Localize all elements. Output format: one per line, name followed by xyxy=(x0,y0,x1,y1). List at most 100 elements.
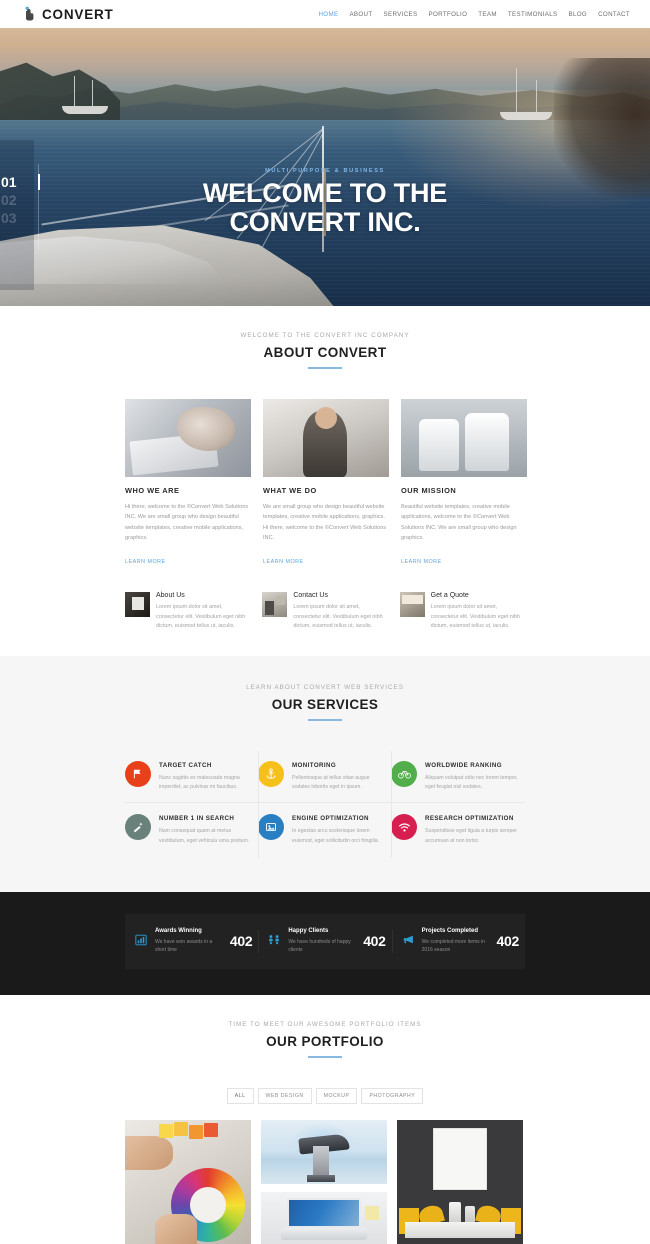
learn-more-link[interactable]: LEARN MORE xyxy=(125,559,166,565)
counter-number: 402 xyxy=(363,933,386,950)
service-heading: ENGINE OPTIMIZATION xyxy=(292,815,369,823)
services-container: TARGET CATCH Nunc sagittis ex malesuada … xyxy=(125,750,525,859)
wifi-signal-icon xyxy=(391,814,417,841)
portfolio-item-color-wheel-blueprint-photo[interactable] xyxy=(125,1119,251,1244)
logo[interactable]: CONVERT xyxy=(24,6,114,22)
about-column-what-we-do: WHAT WE DO We are small group who design… xyxy=(263,399,389,568)
hero-slider: 01 02 03 MULTI PURPOSE & BUSINESS WELCOM… xyxy=(0,28,650,306)
portfolio-item-dark-office-frame-photo[interactable] xyxy=(397,1119,523,1244)
counter-heading: Awards Winning xyxy=(155,928,202,935)
service-text: Nam consequat quam at metus vestibulum, … xyxy=(159,828,250,844)
filter-web-design[interactable]: WEB DESIGN xyxy=(257,1087,312,1104)
service-heading: TARGET CATCH xyxy=(159,761,212,769)
about-image-typing xyxy=(125,399,251,477)
service-heading: MONITORING xyxy=(292,761,337,769)
portfolio-column xyxy=(261,1119,387,1244)
image-frame-icon xyxy=(258,814,284,841)
service-body: ENGINE OPTIMIZATION In egestas arcu scel… xyxy=(292,814,385,846)
learn-more-link[interactable]: LEARN MORE xyxy=(401,559,442,565)
service-text: Nunc sagittis ex malesuada magna imperdi… xyxy=(159,774,240,791)
services-divider-vertical xyxy=(258,750,259,859)
mini-card-heading: About Us xyxy=(156,592,185,600)
portfolio-grid xyxy=(125,1119,525,1244)
nav-item-about[interactable]: ABOUT xyxy=(349,11,372,18)
mini-card-text: Lorem ipsum dolor sit amet, consectetur … xyxy=(156,604,246,630)
nav-item-portfolio[interactable]: PORTFOLIO xyxy=(429,11,468,18)
slide-number-01[interactable]: 01 xyxy=(0,174,17,191)
service-heading: WORLDWIDE RANKING xyxy=(425,761,502,769)
filter-all[interactable]: ALL xyxy=(226,1087,254,1104)
hero-overlay xyxy=(0,28,650,306)
service-item-target-catch[interactable]: TARGET CATCH Nunc sagittis ex malesuada … xyxy=(125,751,258,805)
about-mini-cards: About Us Lorem ipsum dolor sit amet, con… xyxy=(125,592,525,631)
slide-number-03[interactable]: 03 xyxy=(0,210,17,227)
slide-number-02[interactable]: 02 xyxy=(0,192,17,209)
about-image-portrait xyxy=(263,399,389,477)
mini-card-body: About Us Lorem ipsum dolor sit amet, con… xyxy=(156,592,250,631)
service-item-worldwide-ranking[interactable]: WORLDWIDE RANKING Aliquam volutpat odio … xyxy=(391,751,524,805)
about-section-heading: WELCOME TO THE CONVERT INC COMPANY ABOUT… xyxy=(0,332,650,369)
nav-item-team[interactable]: TEAM xyxy=(478,11,497,18)
color-swatch xyxy=(204,1122,218,1137)
counter-text: Projects Completed We completed more ite… xyxy=(422,928,490,955)
service-item-number-1-in-search[interactable]: NUMBER 1 IN SEARCH Nam consequat quam at… xyxy=(125,804,258,858)
nav-item-services[interactable]: SERVICES xyxy=(384,11,418,18)
bar-chart-icon xyxy=(135,934,148,949)
portfolio-item-viewfinder-telescope-photo[interactable] xyxy=(261,1119,387,1184)
portfolio-section: TIME TO MEET OUR AWESOME PORTFOLIO ITEMS… xyxy=(0,994,650,1244)
nav-item-testimonials[interactable]: TESTIMONIALS xyxy=(508,11,558,18)
mini-card-contact-us[interactable]: Contact Us Lorem ipsum dolor sit amet, c… xyxy=(262,592,387,631)
mini-card-about-us[interactable]: About Us Lorem ipsum dolor sit amet, con… xyxy=(125,592,250,631)
color-swatch xyxy=(174,1121,188,1136)
service-item-monitoring[interactable]: MONITORING Pellentesque at tellus vitae … xyxy=(258,751,391,805)
laptop-base xyxy=(281,1227,367,1240)
counter-awards-winning: Awards Winning We have won awards in a s… xyxy=(125,924,258,959)
counter-number: 402 xyxy=(496,933,520,950)
service-item-engine-optimization[interactable]: ENGINE OPTIMIZATION In egestas arcu scel… xyxy=(258,804,391,858)
main-nav: HOME ABOUT SERVICES PORTFOLIO TEAM TESTI… xyxy=(318,11,630,18)
wall-frame xyxy=(433,1127,487,1190)
about-heading: OUR MISSION xyxy=(401,486,457,495)
service-item-research-optimization[interactable]: RESEARCH OPTIMIZATION Suspendisse eget l… xyxy=(391,804,524,858)
logo-text: CONVERT xyxy=(42,6,114,22)
magic-wand-icon xyxy=(125,814,151,841)
portfolio-item-laptop-desk-mockup-photo[interactable] xyxy=(261,1191,387,1244)
about-title: ABOUT CONVERT xyxy=(263,345,387,360)
laptop-screen xyxy=(287,1197,361,1228)
service-heading: RESEARCH OPTIMIZATION xyxy=(425,815,514,823)
mini-card-heading: Get a Quote xyxy=(430,592,469,600)
nav-item-blog[interactable]: BLOG xyxy=(568,11,587,18)
counter-heading: Projects Completed xyxy=(421,928,479,935)
target-flag-icon xyxy=(125,760,151,787)
learn-more-link[interactable]: LEARN MORE xyxy=(263,559,304,565)
vase xyxy=(449,1201,461,1224)
filter-mockup[interactable]: MOCKUP xyxy=(315,1087,358,1104)
hand-shape xyxy=(155,1213,197,1244)
counter-description: We have hundreds of happy clients xyxy=(288,939,351,954)
megaphone-icon xyxy=(402,933,415,949)
section-rule xyxy=(308,1055,342,1058)
about-image-containers xyxy=(401,399,527,477)
counter-projects-completed: Projects Completed We completed more ite… xyxy=(391,924,525,959)
services-pre-title: LEARN ABOUT CONVERT WEB SERVICES xyxy=(246,683,404,691)
mini-card-thumbnail xyxy=(399,592,425,618)
table xyxy=(405,1221,515,1238)
services-section: LEARN ABOUT CONVERT WEB SERVICES OUR SER… xyxy=(0,655,650,893)
hero-title-line2: CONVERT INC. xyxy=(229,206,421,237)
service-heading: NUMBER 1 IN SEARCH xyxy=(159,815,235,823)
section-rule xyxy=(308,367,342,369)
services-divider-horizontal xyxy=(125,801,525,803)
counter-heading: Happy Clients xyxy=(288,928,329,935)
people-group-icon xyxy=(268,934,281,949)
counter-text: Happy Clients We have hundreds of happy … xyxy=(288,928,356,955)
mini-card-get-a-quote[interactable]: Get a Quote Lorem ipsum dolor sit amet, … xyxy=(399,592,525,631)
site-header: CONVERT HOME ABOUT SERVICES PORTFOLIO TE… xyxy=(0,0,650,28)
about-container: WHO WE ARE Hi there, welcome to the ©Con… xyxy=(125,399,527,632)
service-body: TARGET CATCH Nunc sagittis ex malesuada … xyxy=(159,761,252,793)
nav-item-contact[interactable]: CONTACT xyxy=(598,11,630,18)
slider-numbers: 01 02 03 xyxy=(0,174,17,226)
filter-photography[interactable]: PHOTOGRAPHY xyxy=(361,1087,424,1104)
nav-item-home[interactable]: HOME xyxy=(318,11,338,18)
hero-title-line1: WELCOME TO THE xyxy=(202,178,448,208)
about-heading: WHAT WE DO xyxy=(263,486,317,495)
